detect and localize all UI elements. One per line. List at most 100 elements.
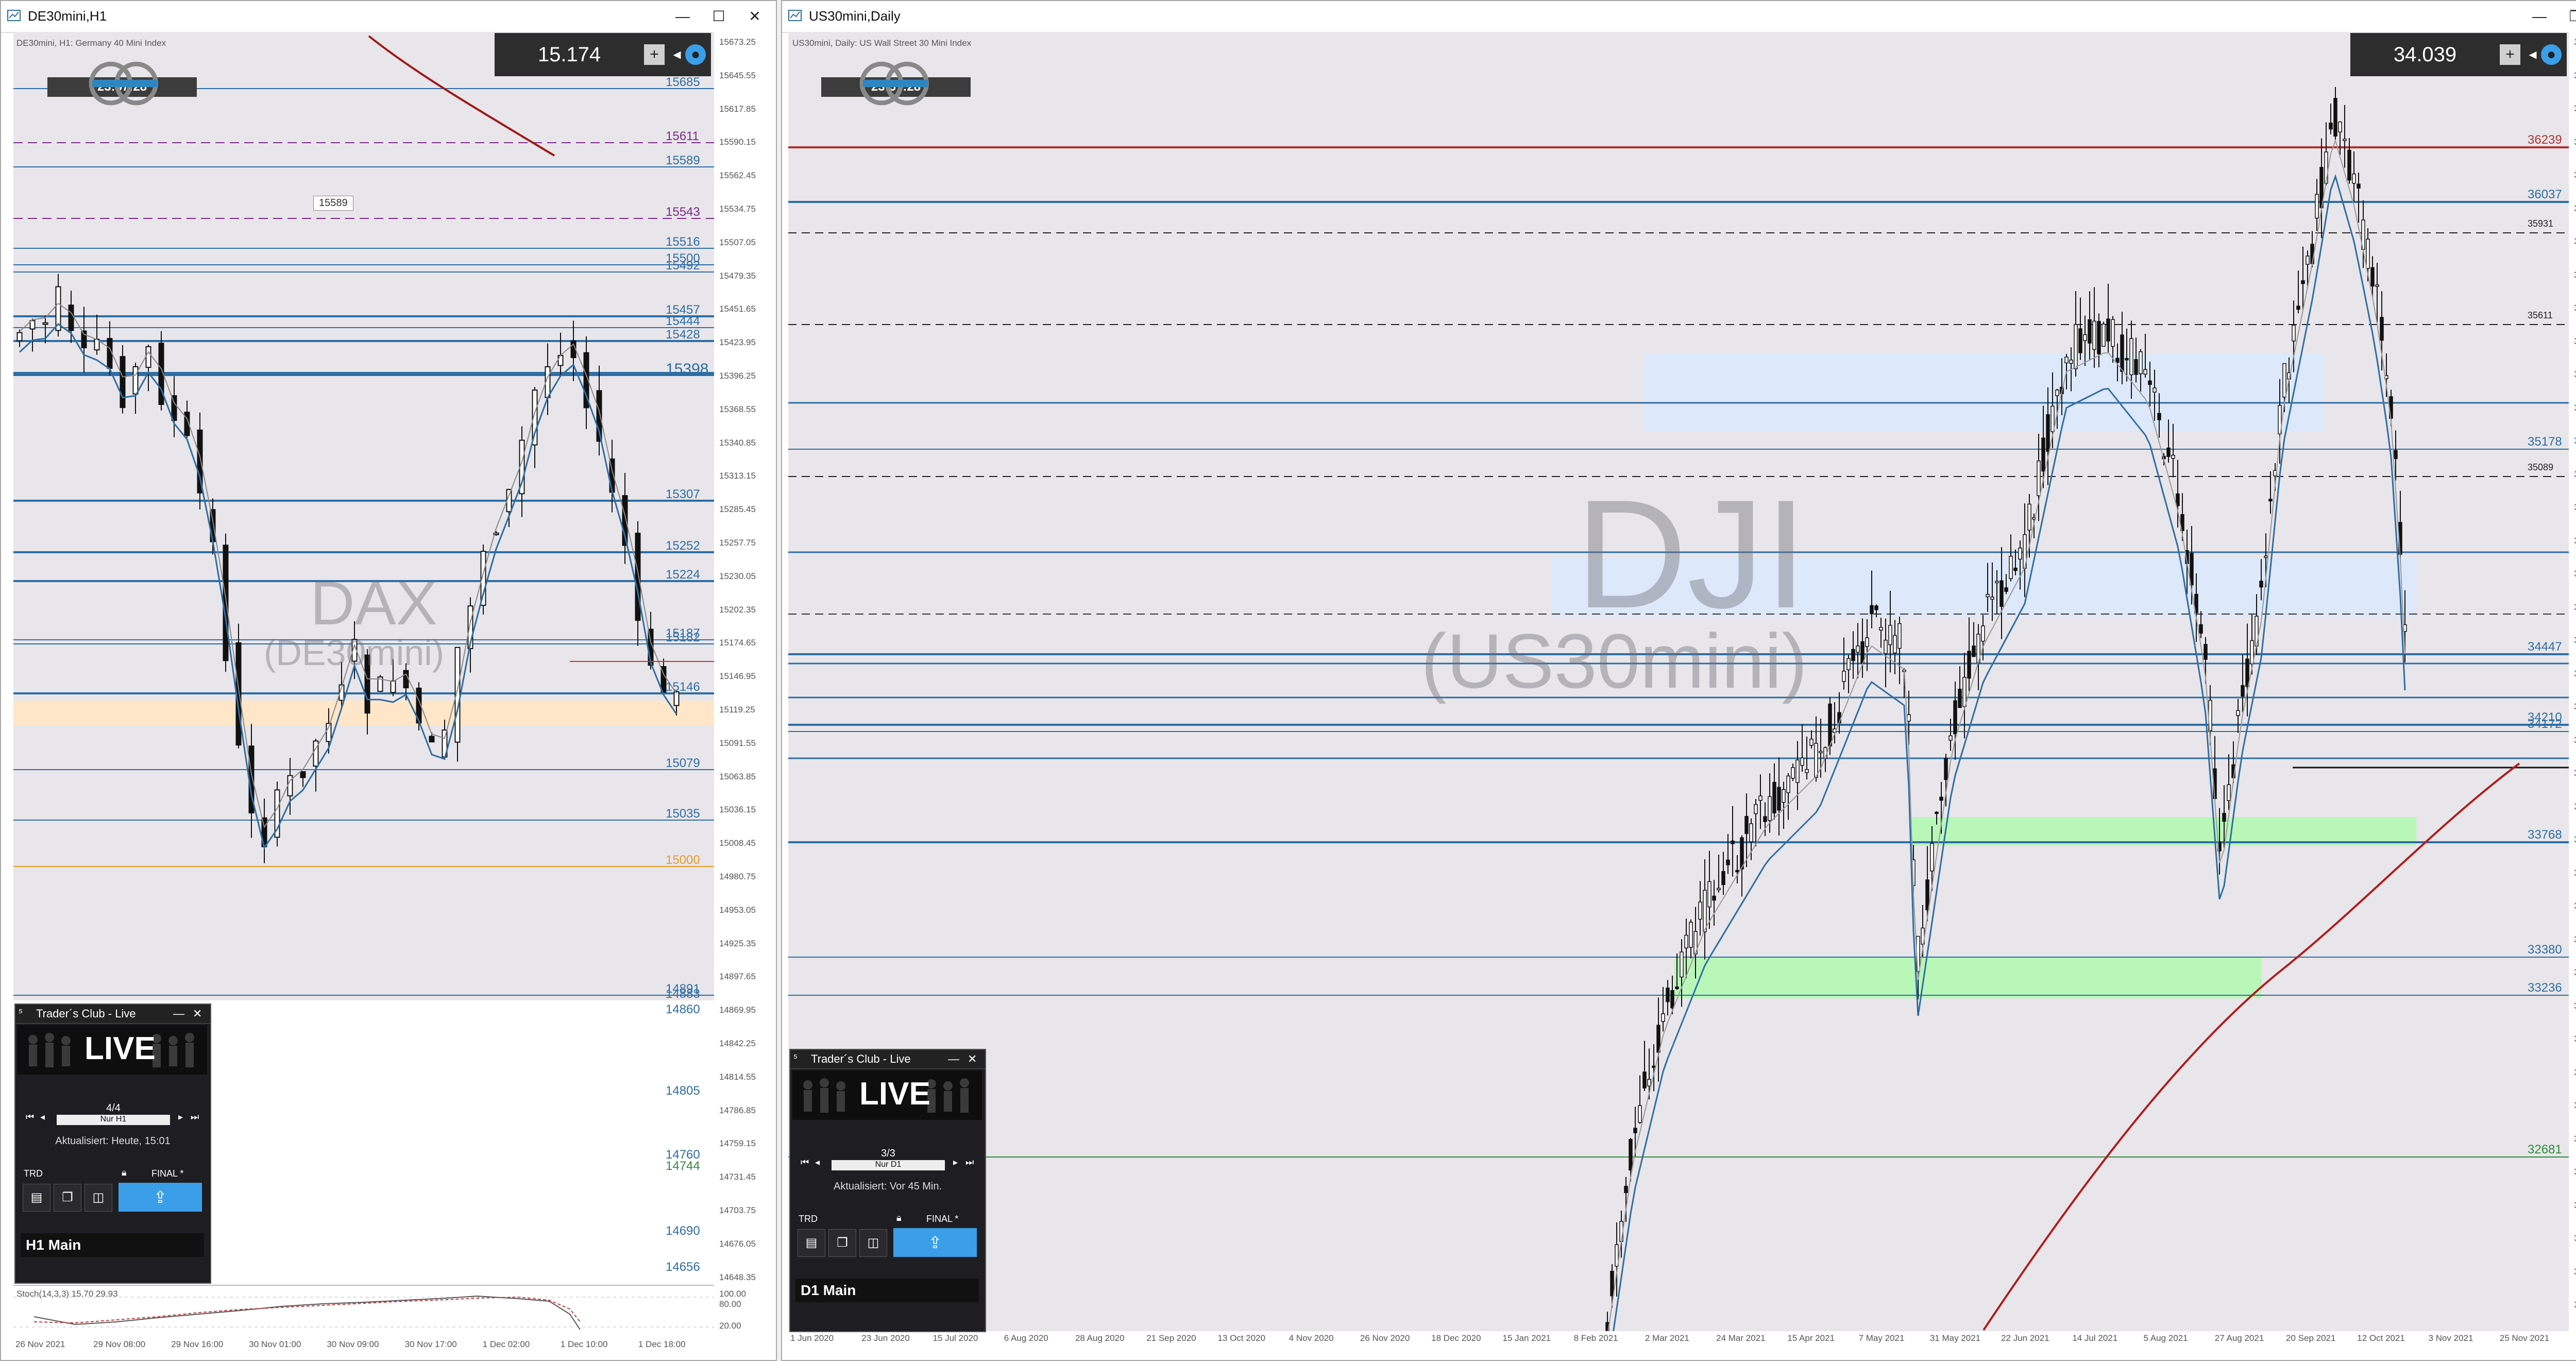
right-y-tick: 36485.00 <box>2574 71 2576 81</box>
candle-body <box>29 320 36 330</box>
globe-icon[interactable]: ● <box>2541 44 2562 65</box>
candle-body <box>68 304 74 331</box>
right-x-tick: 12 Oct 2021 <box>2357 1333 2405 1343</box>
right-y-tick: 33456.40 <box>2574 934 2576 945</box>
document-icon[interactable]: ▤ <box>798 1229 825 1257</box>
right-x-tick: 2 Mar 2021 <box>1645 1333 1689 1343</box>
candle-body <box>1610 1270 1614 1297</box>
traders-club-panel-right[interactable]: ⁵ Trader´s Club - Live — ✕ LIVE ⏮ ◂ 3/3 … <box>789 1049 986 1332</box>
candle-body <box>1684 934 1688 948</box>
left-chart-window[interactable]: DE30mini,H1 — ☐ ✕ 15673.25 15645.55 15617.… <box>0 0 777 1361</box>
level-label: 15685 <box>666 75 700 89</box>
candle-body <box>1647 1079 1651 1086</box>
right-y-tick: 35902.75 <box>2574 236 2576 247</box>
level-label: 15428 <box>666 328 700 342</box>
panel-minimize-button[interactable]: — <box>948 1052 959 1066</box>
database-icon[interactable]: ◫ <box>859 1229 887 1257</box>
prev-icon[interactable]: ◂ <box>815 1157 820 1168</box>
traders-club-panel-left[interactable]: ⁵ Trader´s Club - Live — ✕ LIVE ⏮ ◂ 4/4 … <box>14 1003 211 1284</box>
candle-body <box>1633 1128 1637 1133</box>
document-icon[interactable]: ▤ <box>23 1184 50 1212</box>
candle-body <box>2148 380 2152 385</box>
left-y-tick: 15257.75 <box>719 538 756 548</box>
left-window-titlebar[interactable]: DE30mini,H1 — ☐ ✕ <box>1 1 776 33</box>
right-x-tick: 15 Apr 2021 <box>1787 1333 1835 1343</box>
restore-button[interactable]: ❐ <box>2562 5 2576 28</box>
candle-body <box>1814 743 1818 778</box>
candle-body <box>223 545 229 661</box>
stoch-lines <box>13 1295 714 1330</box>
brand-logo <box>859 61 929 106</box>
left-window-title: DE30mini,H1 <box>28 8 107 24</box>
left-y-tick: 15063.85 <box>719 771 756 781</box>
right-chart-window[interactable]: US30mini,Daily — ❐ ✕ 36601.35 36485.00 363… <box>781 0 2576 1361</box>
candle-body <box>2134 359 2138 375</box>
panel-close-button[interactable]: ✕ <box>193 1007 202 1020</box>
left-y-tick: 15507.05 <box>719 237 756 247</box>
left-y-tick: 15174.65 <box>719 638 756 648</box>
traders-club-title: Trader´s Club - Live <box>36 1007 136 1020</box>
candle-body <box>2027 503 2031 531</box>
level-label: 15589 <box>666 154 700 167</box>
upload-button[interactable]: ⇪ <box>893 1228 977 1257</box>
next-icon[interactable]: ▸ <box>178 1112 183 1122</box>
upload-button[interactable]: ⇪ <box>118 1183 202 1212</box>
right-y-tick: 34155.05 <box>2574 735 2576 745</box>
updated-text: Aktualisiert: Heute, 15:01 <box>55 1135 171 1147</box>
candle-body <box>1703 890 1707 932</box>
prev-icon[interactable]: ◂ <box>40 1112 45 1122</box>
candle-body <box>1656 1025 1660 1053</box>
windows-icon[interactable]: ❐ <box>54 1184 81 1212</box>
right-y-tick: 35786.30 <box>2574 270 2576 280</box>
candle-body <box>1990 597 1994 600</box>
candle-body <box>107 338 113 369</box>
candle-body <box>1768 796 1772 821</box>
database-icon[interactable]: ◫ <box>84 1184 112 1212</box>
right-y-tick: 34504.70 <box>2574 635 2576 645</box>
candle-body <box>2370 267 2375 287</box>
level-label: 15252 <box>666 539 700 553</box>
minimize-button[interactable]: — <box>2526 5 2553 28</box>
panel-minimize-button[interactable]: — <box>173 1007 184 1020</box>
candle-body <box>1786 775 1790 793</box>
first-icon[interactable]: ⏮ <box>26 1112 34 1122</box>
candle-body <box>145 346 151 368</box>
level-label: 33236 <box>2528 981 2562 995</box>
last-icon[interactable]: ⏭ <box>965 1157 974 1168</box>
right-y-tick: 35320.00 <box>2574 403 2576 413</box>
candle-body <box>2329 122 2333 130</box>
panel-close-button[interactable]: ✕ <box>968 1052 977 1066</box>
windows-icon[interactable]: ❐ <box>828 1229 856 1257</box>
timeframe-filter[interactable]: Nur D1 <box>832 1160 945 1170</box>
candle-body <box>2333 98 2337 137</box>
plus-button[interactable]: + <box>2500 44 2520 65</box>
candle-body <box>2176 493 2180 506</box>
candle-body <box>2097 321 2101 354</box>
traders-club-header[interactable]: ⁵ Trader´s Club - Live — ✕ <box>15 1005 210 1024</box>
arrow-left-button[interactable]: ◂ <box>2522 44 2543 65</box>
ma-line-red <box>1982 762 2520 1331</box>
right-window-titlebar[interactable]: US30mini,Daily — ❐ ✕ <box>782 1 2576 33</box>
level-label: 35089 <box>2528 462 2554 472</box>
first-icon[interactable]: ⏮ <box>801 1157 809 1168</box>
last-icon[interactable]: ⏭ <box>191 1112 199 1122</box>
next-icon[interactable]: ▸ <box>953 1157 958 1168</box>
candle-body <box>1828 703 1832 747</box>
plus-button[interactable]: + <box>644 44 665 65</box>
arrow-left-button[interactable]: ◂ <box>667 44 687 65</box>
traders-club-header[interactable]: ⁵ Trader´s Club - Live — ✕ <box>790 1050 985 1069</box>
left-y-tick: 14648.35 <box>719 1272 756 1282</box>
right-window-title: US30mini,Daily <box>809 8 901 24</box>
globe-icon[interactable]: ● <box>685 44 706 65</box>
right-y-tick: 32990.15 <box>2574 1067 2576 1078</box>
right-chart-info: US30mini, Daily: US Wall Street 30 Mini … <box>792 38 972 48</box>
minimize-button[interactable]: — <box>669 5 697 28</box>
right-y-tick: 33106.50 <box>2574 1034 2576 1044</box>
timeframe-filter[interactable]: Nur H1 <box>57 1115 170 1125</box>
maximize-button[interactable]: ☐ <box>705 5 733 28</box>
left-chart-plot-area[interactable] <box>13 32 714 1000</box>
close-button[interactable]: ✕ <box>741 5 769 28</box>
candle-body <box>1842 671 1846 682</box>
candle-body <box>2394 450 2398 460</box>
left-y-tick: 14703.75 <box>719 1205 756 1215</box>
